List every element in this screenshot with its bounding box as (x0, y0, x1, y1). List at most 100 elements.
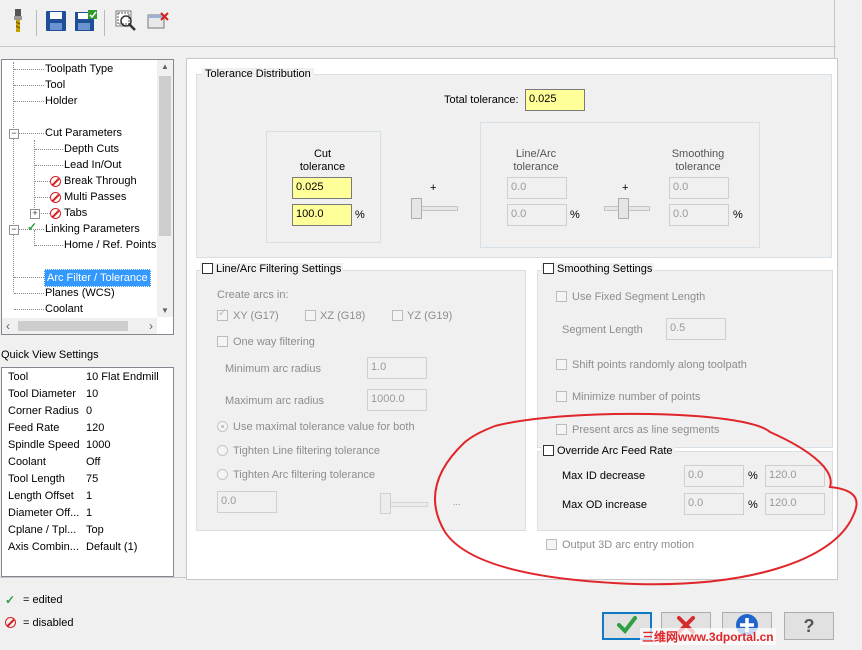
legend-disabled: = disabled (23, 617, 74, 629)
red-annotation-circle (433, 412, 858, 586)
disabled-icon (50, 208, 61, 219)
smoothing-tolerance-percent-input[interactable]: 0.0 (669, 204, 729, 226)
tree-item-planes-wcs[interactable]: Planes (WCS) (45, 285, 115, 301)
quick-view-row: Feed Rate 120 (8, 422, 105, 434)
quick-view-row: Length Offset 1 (8, 490, 93, 502)
scrollbar-thumb[interactable] (159, 76, 171, 236)
xz-g18-label: XZ (G18) (320, 310, 366, 322)
smoothing-header[interactable]: Smoothing Settings (541, 263, 655, 275)
quick-view-row: Cplane / Tpl... Top (8, 524, 104, 536)
minimize-points-checkbox[interactable] (556, 391, 567, 402)
quick-view-row: Coolant Off (8, 456, 101, 468)
tighten-arc-radio[interactable] (217, 469, 228, 480)
edited-check-icon: ✓ (5, 593, 16, 607)
preview-icon (114, 9, 138, 36)
smoothing-tolerance-label: Smoothing tolerance (671, 148, 725, 173)
quick-view-row: Spindle Speed 1000 (8, 439, 111, 451)
tree-item-depth-cuts[interactable]: Depth Cuts (64, 141, 119, 157)
checkmark-icon (616, 614, 638, 639)
tree-item-multi-passes[interactable]: Multi Passes (64, 189, 126, 205)
smoothing-checkbox[interactable] (543, 263, 554, 274)
scroll-up-icon[interactable]: ▲ (161, 62, 169, 71)
quick-view-panel: Tool 10 Flat Endmill Tool Diameter 10 Corn… (1, 367, 174, 577)
tree-item-break-through[interactable]: Break Through (64, 173, 137, 189)
cancel-changes-button[interactable] (144, 8, 172, 36)
tree-item-lead-in-out[interactable]: Lead In/Out (64, 157, 122, 173)
quick-view-row: Corner Radius 0 (8, 405, 93, 417)
fixed-segment-checkbox[interactable] (556, 291, 567, 302)
tree-item-linking-parameters[interactable]: Linking Parameters (45, 221, 140, 237)
save-as-icon (74, 9, 98, 36)
scroll-right-icon[interactable]: › (149, 319, 153, 333)
checkmark-icon: ✓ (218, 307, 228, 319)
scrollbar-thumb[interactable] (18, 321, 128, 331)
save-button[interactable] (42, 8, 70, 36)
cut-linearc-slider-thumb[interactable] (411, 198, 422, 219)
linearc-filtering-checkbox[interactable] (202, 263, 213, 274)
collapse-linking-parameters-icon[interactable]: − (9, 225, 19, 235)
tool-icon (8, 8, 28, 37)
shift-points-checkbox[interactable] (556, 359, 567, 370)
tree-item-tool[interactable]: Tool (45, 77, 65, 93)
plus-sign: + (430, 182, 437, 194)
linearc-tolerance-percent-input[interactable]: 0.0 (507, 204, 567, 226)
min-arc-radius-input[interactable]: 1.0 (367, 357, 427, 379)
percent-sign: % (733, 209, 743, 221)
tool-button[interactable] (4, 8, 32, 36)
shift-points-label: Shift points randomly along toolpath (572, 359, 747, 371)
quick-view-row: Tool Length 75 (8, 473, 99, 485)
collapse-cut-parameters-icon[interactable]: − (9, 129, 19, 139)
disabled-icon (5, 617, 16, 628)
linearc-filtering-header[interactable]: Line/Arc Filtering Settings (200, 263, 344, 275)
disabled-icon (50, 176, 61, 187)
tree-horizontal-scrollbar[interactable]: ‹ › (2, 318, 157, 334)
fixed-segment-label: Use Fixed Segment Length (572, 291, 706, 303)
yz-g19-label: YZ (G19) (407, 310, 453, 322)
one-way-filtering-label: One way filtering (233, 336, 315, 348)
yz-g19-checkbox[interactable] (392, 310, 403, 321)
linearc-tolerance-input[interactable]: 0.0 (507, 177, 567, 199)
tighten-line-radio[interactable] (217, 445, 228, 456)
total-tolerance-input[interactable]: 0.025 (525, 89, 585, 111)
toolpath-tree[interactable]: Toolpath Type Tool Holder − Cut Paramete… (1, 59, 174, 335)
xz-g18-checkbox[interactable] (305, 310, 316, 321)
cancel-changes-icon (146, 10, 170, 35)
max-arc-radius-input[interactable]: 1000.0 (367, 389, 427, 411)
linearc-smoothing-slider-thumb[interactable] (618, 198, 629, 219)
quick-view-row: Axis Combin... Default (1) (8, 541, 138, 553)
expand-tabs-icon[interactable]: + (30, 209, 40, 219)
tighten-arc-label: Tighten Arc filtering tolerance (233, 469, 376, 481)
smoothing-tolerance-input[interactable]: 0.0 (669, 177, 729, 199)
scroll-left-icon[interactable]: ‹ (6, 319, 10, 333)
tree-item-coolant[interactable]: Coolant (45, 301, 83, 317)
segment-length-label: Segment Length (562, 324, 643, 336)
tree-item-cut-parameters[interactable]: Cut Parameters (45, 125, 122, 141)
help-button[interactable]: ? (784, 612, 834, 640)
tighten-slider-thumb[interactable] (380, 493, 391, 514)
percent-sign: % (570, 209, 580, 221)
tolerance-distribution-title: Tolerance Distribution (202, 68, 314, 80)
legend-edited: = edited (23, 594, 63, 606)
tree-item-toolpath-type[interactable]: Toolpath Type (45, 61, 113, 77)
scroll-down-icon[interactable]: ▼ (161, 306, 169, 315)
preview-button[interactable] (112, 8, 140, 36)
max-tolerance-label: Use maximal tolerance value for both (233, 421, 415, 433)
max-arc-radius-label: Maximum arc radius (225, 395, 325, 407)
total-tolerance-label: Total tolerance: (444, 94, 519, 106)
tree-item-tabs[interactable]: Tabs (64, 205, 87, 221)
max-tolerance-radio[interactable] (217, 421, 228, 432)
tree-vertical-scrollbar[interactable]: ▲ ▼ (157, 60, 173, 317)
cut-tolerance-percent-input[interactable]: 100.0 (292, 204, 352, 226)
cut-tolerance-label: Cut tolerance (299, 148, 346, 173)
cut-tolerance-input[interactable]: 0.025 (292, 177, 352, 199)
one-way-filtering-checkbox[interactable] (217, 336, 228, 347)
tighten-value-input[interactable]: 0.0 (217, 491, 277, 513)
tree-item-holder[interactable]: Holder (45, 93, 77, 109)
save-as-button[interactable] (72, 8, 100, 36)
edited-check-icon: ✓ (27, 220, 38, 234)
tree-item-home-ref-points[interactable]: Home / Ref. Points (64, 237, 156, 253)
save-icon (45, 10, 67, 35)
toolbar-divider (0, 46, 836, 47)
xy-g17-label: XY (G17) (233, 310, 279, 322)
segment-length-input[interactable]: 0.5 (666, 318, 726, 340)
